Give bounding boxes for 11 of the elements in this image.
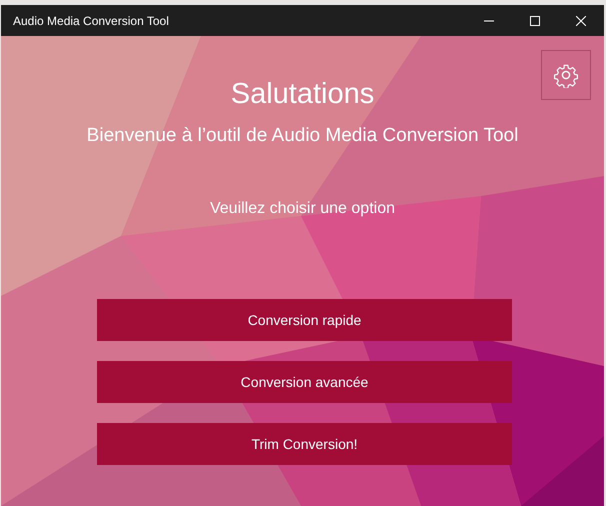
close-icon xyxy=(576,16,586,26)
prompt-text: Veuillez choisir une option xyxy=(210,200,395,218)
greeting-title: Salutations xyxy=(230,78,374,112)
window-title: Audio Media Conversion Tool xyxy=(12,14,169,28)
option-button[interactable]: Trim Conversion! xyxy=(97,423,512,465)
settings-icon xyxy=(553,62,579,88)
option-button[interactable]: Conversion avancée xyxy=(97,361,512,403)
settings-button[interactable] xyxy=(541,50,591,100)
maximize-icon xyxy=(530,16,540,26)
option-button[interactable]: Conversion rapide xyxy=(97,299,512,341)
welcome-subtitle: Bienvenue à l’outil de Audio Media Conversion Tool xyxy=(86,125,518,147)
